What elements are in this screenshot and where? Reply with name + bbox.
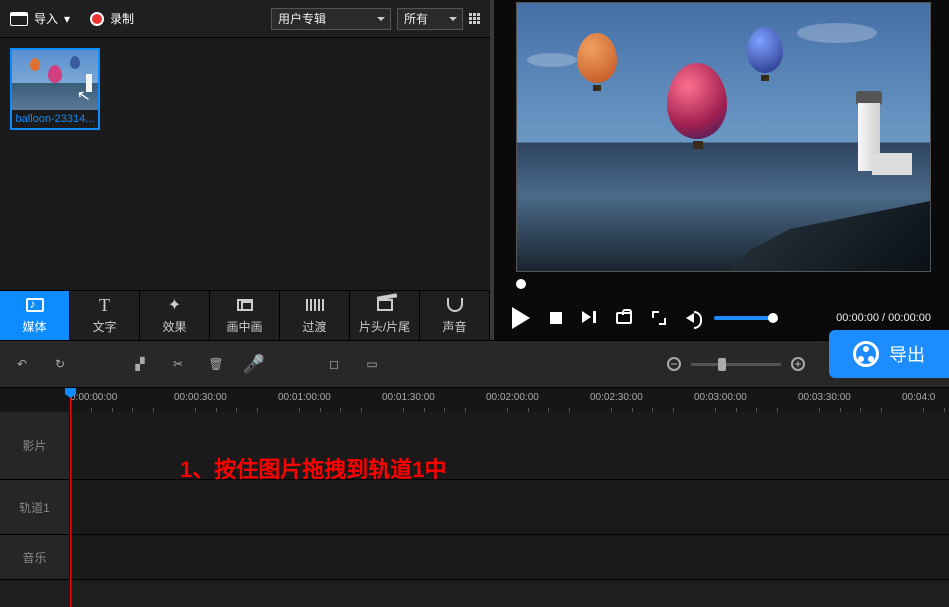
step-button[interactable]	[582, 311, 596, 325]
delete-button[interactable]: 🗑	[208, 356, 224, 372]
tab-label: 过渡	[302, 318, 326, 335]
timeline-toolbar: ↶ ↻ ▞ ✂ 🗑 🎤 ◻ ▭ − +	[0, 340, 949, 388]
fullscreen-button[interactable]	[652, 311, 666, 325]
import-label[interactable]: 导入	[34, 10, 58, 27]
ruler-tick: 0:00:00:00	[70, 392, 117, 403]
thumbnail-image: ↖	[12, 50, 98, 110]
play-button[interactable]	[512, 307, 530, 329]
tab-audio[interactable]: 声音	[420, 291, 490, 340]
track-music[interactable]: 音乐	[0, 535, 949, 580]
track-header-music: 音乐	[0, 535, 70, 579]
volume-icon[interactable]	[686, 313, 694, 323]
ruler-tick: 00:02:00:00	[486, 392, 539, 403]
tab-pip[interactable]: 画中画	[210, 291, 280, 340]
export-label: 导出	[889, 341, 925, 367]
filter-select[interactable]: 所有	[397, 8, 463, 30]
tool-button[interactable]: ▭	[364, 356, 380, 372]
tab-media[interactable]: 媒体	[0, 291, 70, 340]
timeline-ruler[interactable]: 0:00:00:00 00:00:30:00 00:01:00:00 00:01:30…	[0, 388, 949, 412]
media-library: ↖ balloon-23314...	[0, 38, 490, 290]
album-select[interactable]: 用户专辑	[271, 8, 391, 30]
dropdown-caret-icon[interactable]: ▾	[64, 12, 70, 26]
timeline: 0:00:00:00 00:00:30:00 00:01:00:00 00:01:30…	[0, 388, 949, 607]
tab-label: 声音	[442, 318, 466, 335]
tab-transition[interactable]: 过渡	[280, 291, 350, 340]
zoom-out-button[interactable]: −	[667, 357, 681, 371]
tab-effect[interactable]: ✦效果	[140, 291, 210, 340]
ruler-tick: 00:04:0	[902, 392, 935, 403]
track-1[interactable]: 轨道1	[0, 480, 949, 535]
tab-label: 效果	[162, 318, 186, 335]
zoom-controls: − +	[667, 357, 805, 371]
undo-button[interactable]: ↶	[14, 356, 30, 372]
record-label[interactable]: 录制	[110, 10, 134, 27]
tab-text[interactable]: T文字	[70, 291, 140, 340]
snapshot-button[interactable]	[616, 312, 632, 324]
playhead[interactable]	[70, 388, 71, 607]
tab-label: 文字	[92, 318, 116, 335]
track-header-1: 轨道1	[0, 480, 70, 534]
media-thumbnail[interactable]: ↖ balloon-23314...	[10, 48, 100, 130]
preview-timecode: 00:00:00 / 00:00:00	[836, 312, 931, 324]
grid-view-icon[interactable]	[469, 13, 480, 24]
track-header-video: 影片	[0, 412, 70, 479]
preview-scrubber[interactable]	[494, 274, 949, 294]
ruler-tick: 00:03:00:00	[694, 392, 747, 403]
tab-label: 媒体	[22, 318, 46, 335]
redo-button[interactable]: ↻	[52, 356, 68, 372]
media-topbar: 导入 ▾ 录制 用户专辑 所有	[0, 0, 490, 38]
track-video[interactable]: 影片 1、按住图片拖拽到轨道1中	[0, 412, 949, 480]
voiceover-button[interactable]: 🎤	[246, 356, 262, 372]
folder-icon	[10, 12, 28, 26]
album-select-value: 用户专辑	[278, 10, 326, 27]
edit-button[interactable]: ▞	[132, 356, 148, 372]
ruler-tick: 00:00:30:00	[174, 392, 227, 403]
cut-button[interactable]: ✂	[170, 356, 186, 372]
tab-label: 画中画	[226, 318, 262, 335]
tab-label: 片头/片尾	[359, 318, 410, 335]
preview-image	[516, 2, 931, 272]
stop-button[interactable]	[550, 312, 562, 324]
export-button[interactable]: 导出	[829, 330, 949, 378]
zoom-slider[interactable]	[691, 363, 781, 366]
filter-select-value: 所有	[404, 10, 428, 27]
cursor-icon: ↖	[75, 85, 92, 107]
reel-icon	[853, 341, 879, 367]
ruler-tick: 00:02:30:00	[590, 392, 643, 403]
tab-bar: 媒体 T文字 ✦效果 画中画 过渡 片头/片尾 声音	[0, 290, 490, 340]
record-icon	[90, 12, 104, 26]
crop-button[interactable]: ◻	[326, 356, 342, 372]
preview-panel: 00:00:00 / 00:00:00	[490, 0, 949, 340]
ruler-tick: 00:01:30:00	[382, 392, 435, 403]
ruler-tick: 00:03:30:00	[798, 392, 851, 403]
thumbnail-name: balloon-23314...	[12, 110, 98, 128]
zoom-in-button[interactable]: +	[791, 357, 805, 371]
volume-slider[interactable]	[714, 316, 774, 320]
tab-title[interactable]: 片头/片尾	[350, 291, 420, 340]
ruler-tick: 00:01:00:00	[278, 392, 331, 403]
